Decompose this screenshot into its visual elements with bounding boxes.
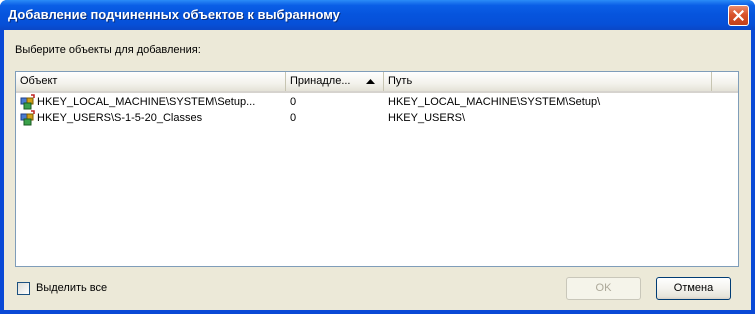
column-header-owner-label: Принадле... xyxy=(290,75,351,87)
dialog-body: Выберите объекты для добавления: Объект … xyxy=(4,30,751,310)
sort-ascending-icon xyxy=(366,79,375,84)
dialog-window: Добавление подчиненных объектов к выбран… xyxy=(0,0,755,314)
registry-key-icon xyxy=(20,94,35,110)
cell-object: HKEY_USERS\S-1-5-20_Classes xyxy=(37,112,203,124)
objects-list[interactable]: Объект Принадле... Путь HKEY_LOCAL_MACHI… xyxy=(15,71,739,267)
column-header-object-label: Объект xyxy=(20,75,58,87)
list-header: Объект Принадле... Путь xyxy=(16,72,738,93)
cell-owner: 0 xyxy=(290,112,297,124)
cancel-button[interactable]: Отмена xyxy=(656,277,731,300)
instruction-label: Выберите объекты для добавления: xyxy=(15,44,201,56)
title-bar[interactable]: Добавление подчиненных объектов к выбран… xyxy=(0,0,755,30)
column-header-filler xyxy=(712,72,738,91)
cell-object: HKEY_LOCAL_MACHINE\SYSTEM\Setup... xyxy=(37,96,256,108)
registry-key-icon xyxy=(20,110,35,126)
close-icon xyxy=(733,10,744,21)
window-title: Добавление подчиненных объектов к выбран… xyxy=(8,7,340,22)
cell-owner: 0 xyxy=(290,96,297,108)
select-all-checkbox[interactable] xyxy=(17,282,30,295)
column-header-object[interactable]: Объект xyxy=(16,72,286,91)
close-button[interactable] xyxy=(728,5,749,26)
column-header-path[interactable]: Путь xyxy=(384,72,712,91)
column-header-path-label: Путь xyxy=(388,75,413,87)
cell-path: HKEY_USERS\ xyxy=(388,112,466,124)
column-header-owner[interactable]: Принадле... xyxy=(286,72,384,91)
cell-path: HKEY_LOCAL_MACHINE\SYSTEM\Setup\ xyxy=(388,96,601,108)
list-item[interactable]: HKEY_LOCAL_MACHINE\SYSTEM\Setup... 0 HKE… xyxy=(16,94,738,110)
list-item[interactable]: HKEY_USERS\S-1-5-20_Classes 0 HKEY_USERS… xyxy=(16,110,738,126)
ok-button[interactable]: OK xyxy=(566,277,641,300)
select-all-label[interactable]: Выделить все xyxy=(36,282,107,294)
